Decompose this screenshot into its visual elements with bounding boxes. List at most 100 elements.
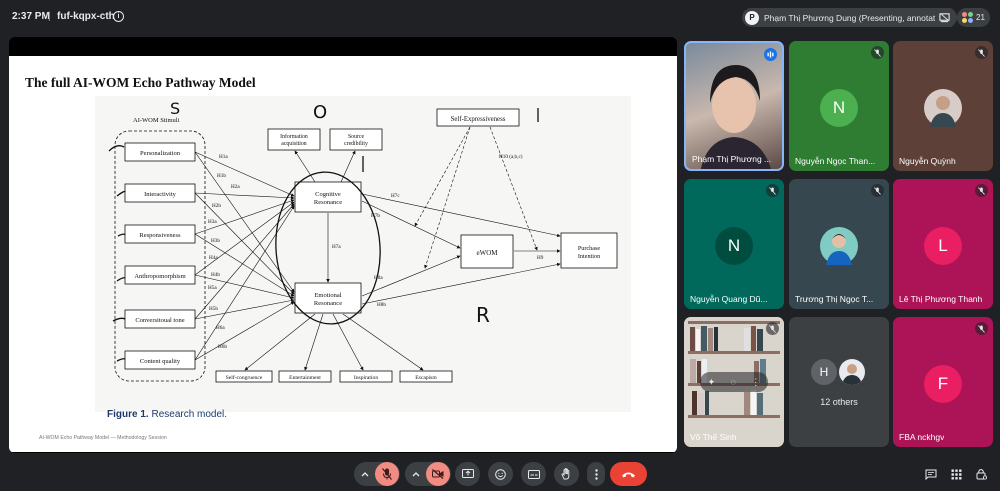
participant-tile-1[interactable]: Phạm Thị Phương ...	[684, 41, 784, 171]
info-icon[interactable]: i	[113, 11, 124, 22]
present-to-all-icon	[939, 13, 950, 23]
camera-options-button[interactable]	[406, 462, 426, 486]
svg-text:H4a: H4a	[209, 255, 218, 261]
activities-button[interactable]	[946, 464, 966, 484]
svg-text:H8a: H8a	[374, 275, 383, 281]
participant-tile-others[interactable]: H 12 others	[789, 317, 889, 447]
label-line-2: credibility	[344, 141, 368, 147]
mic-options-button[interactable]	[355, 462, 375, 486]
reactions-button[interactable]	[488, 462, 513, 486]
others-avatar-photo	[839, 359, 865, 385]
svg-text:H1b: H1b	[217, 173, 226, 179]
chevron-up-icon	[412, 471, 420, 476]
presenter-label: Phạm Thị Phương Dung (Presenting, annota…	[764, 12, 950, 23]
self-expressiveness-label: Self-Expressiveness	[451, 116, 506, 123]
chat-icon	[925, 469, 937, 480]
participant-photo-5	[820, 227, 858, 265]
tile-hover-controls: ✦ ◌ ⋮	[700, 372, 768, 392]
others-avatar-h: H	[811, 359, 837, 385]
participant-avatar-2: N	[820, 89, 858, 127]
svg-text:H9: H9	[537, 255, 544, 261]
participant-tile-5[interactable]: Trương Thị Ngọc T...	[789, 179, 889, 309]
stimulus-interactivity: Interactivity	[144, 191, 177, 198]
annotation-o: O	[313, 102, 327, 123]
raise-hand-button[interactable]	[554, 462, 579, 486]
videocam-off-icon	[432, 469, 444, 479]
svg-text:H5b: H5b	[209, 306, 218, 312]
participant-avatar-9: F	[924, 365, 962, 403]
participant-name-5: Trương Thị Ngọc T...	[795, 294, 874, 304]
call-end-icon	[622, 472, 635, 477]
stimuli-group-box	[114, 130, 206, 382]
purchase-intention-label-line: Intention	[578, 253, 600, 260]
stimulus-personalization: Personalization	[140, 150, 181, 157]
camera-control	[405, 462, 451, 486]
figure-caption-label: Figure 1.	[107, 409, 149, 420]
figure-caption: Figure 1. Research model.	[107, 409, 227, 420]
meeting-time: 2:37 PM	[12, 11, 50, 22]
mic-toggle-button[interactable]	[375, 462, 399, 486]
stimulus-boxes: Personalization Interactivity Responsive…	[124, 142, 196, 370]
leave-call-button[interactable]	[610, 462, 647, 486]
participant-tile-6[interactable]: L Lê Thị Phương Thanh	[893, 179, 993, 309]
host-controls-button[interactable]	[971, 464, 991, 484]
purchase-intention-label: Purchase Intention	[578, 245, 601, 260]
presenter-chip[interactable]: P Phạm Thị Phương Dung (Presenting, anno…	[742, 8, 958, 27]
participant-name-6: Lê Thị Phương Thanh	[899, 294, 983, 304]
figure-paper: AI-WOM Stimuli Personalization Interacti…	[95, 96, 631, 412]
apps-icon	[951, 469, 961, 479]
participant-avatar-4: N	[715, 227, 753, 265]
more-vert-icon[interactable]: ⋮	[751, 377, 760, 388]
people-button[interactable]: 21	[957, 8, 990, 27]
mic-off-icon	[382, 468, 392, 480]
entertainment-label: Entertainment	[289, 375, 321, 381]
svg-text:H6a: H6a	[216, 325, 225, 331]
participant-tile-9[interactable]: F FBA nckhgv	[893, 317, 993, 447]
mic-off-icon	[975, 46, 988, 59]
mic-off-icon	[871, 46, 884, 59]
svg-text:H4b: H4b	[211, 272, 220, 278]
top-bar: 2:37 PM | fuf-kqpx-cth i P Phạm Thị Phươ…	[0, 0, 1000, 34]
chevron-up-icon	[361, 471, 369, 476]
mic-off-icon	[975, 322, 988, 335]
svg-text:H7c: H7c	[391, 193, 400, 199]
pin-icon[interactable]: ✦	[708, 377, 716, 388]
captions-icon	[527, 469, 540, 479]
participant-tile-2[interactable]: N Nguyễn Ngọc Than...	[789, 41, 889, 171]
svg-text:H7b: H7b	[371, 213, 380, 219]
presentation-stage: The full AI-WOM Echo Pathway Model AI-WO…	[9, 37, 677, 453]
label-line-2: acquisition	[281, 141, 307, 147]
emoji-icon	[495, 468, 506, 480]
stimuli-group-label: AI-WOM Stimuli	[133, 117, 180, 124]
participant-tile-7[interactable]: ✦ ◌ ⋮ Võ Thế Sinh	[684, 317, 784, 447]
svg-text:H3a: H3a	[208, 219, 217, 225]
slide-footer: AI-WOM Echo Pathway Model — Methodology …	[39, 435, 167, 441]
audio-level-icon	[767, 51, 774, 58]
research-model-diagram: AI-WOM Stimuli Personalization Interacti…	[108, 99, 618, 383]
participant-photo-3	[924, 89, 962, 127]
stimulus-content-quality: Content quality	[140, 358, 181, 365]
participant-name-2: Nguyễn Ngọc Than...	[795, 156, 876, 166]
present-to-all-button[interactable]	[935, 8, 954, 27]
cognitive-resonance-label-line: Resonance	[314, 199, 342, 206]
participant-tile-4[interactable]: N Nguyễn Quang Dũ...	[684, 179, 784, 309]
more-vert-icon	[594, 468, 598, 480]
mic-off-icon	[766, 322, 779, 335]
participant-tile-3[interactable]: Nguyễn Quỳnh	[893, 41, 993, 171]
inspiration-label: Inspiration	[354, 375, 378, 381]
slide: The full AI-WOM Echo Pathway Model AI-WO…	[9, 56, 677, 452]
people-icon	[962, 12, 973, 23]
chat-button[interactable]	[921, 464, 941, 484]
self-congruence-label: Self-congruence	[226, 374, 263, 381]
svg-text:H5a: H5a	[208, 285, 217, 291]
mute-participant-icon[interactable]: ◌	[731, 377, 736, 387]
mic-off-icon	[975, 184, 988, 197]
camera-toggle-button[interactable]	[426, 462, 450, 486]
lock-person-icon	[976, 469, 987, 480]
svg-text:H3b: H3b	[211, 238, 220, 244]
present-button[interactable]	[455, 462, 480, 486]
captions-button[interactable]	[521, 462, 546, 486]
more-options-button[interactable]	[587, 462, 605, 486]
mic-off-icon	[871, 184, 884, 197]
meeting-code: fuf-kqpx-cth	[57, 11, 115, 22]
